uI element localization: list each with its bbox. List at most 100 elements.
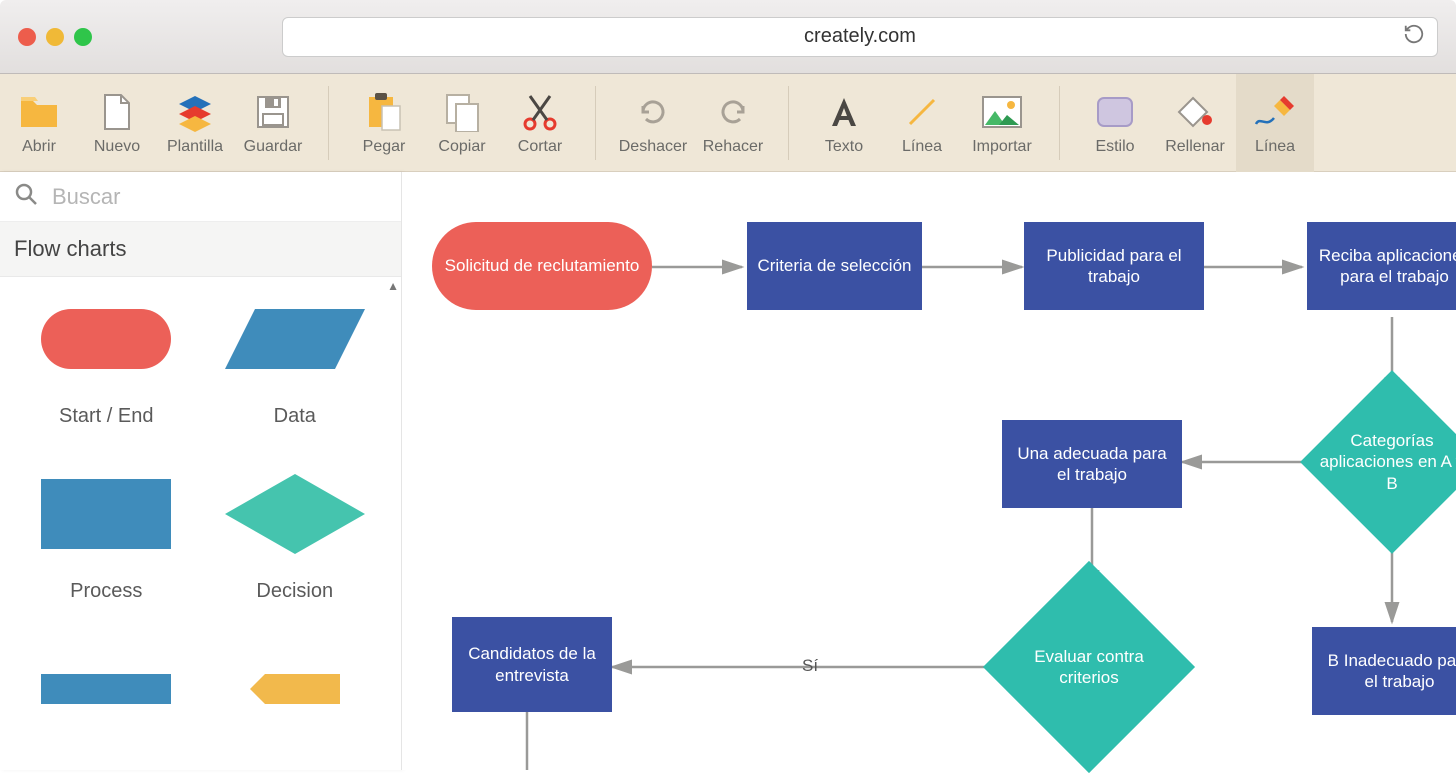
node-start[interactable]: Solicitud de reclutamiento [432, 222, 652, 310]
minimize-window-icon[interactable] [46, 28, 64, 46]
shape-label: Start / End [59, 405, 154, 428]
browser-titlebar: creately.com [0, 0, 1456, 74]
shape-palette: ▲ Start / End Data Process [0, 277, 401, 770]
node-label: Solicitud de reclutamiento [445, 255, 640, 276]
extra-shape-icon [41, 643, 171, 735]
extra-shape-icon [235, 643, 355, 735]
new-button[interactable]: Nuevo [78, 74, 156, 172]
node-label: B Inadecuado para el trabajo [1322, 650, 1456, 693]
shape-start-end[interactable]: Start / End [12, 293, 201, 428]
tool-label: Texto [825, 138, 863, 156]
open-button[interactable]: Abrir [0, 74, 78, 172]
shape-label: Process [70, 580, 142, 603]
clipboard-icon [366, 90, 402, 134]
node-label: Publicidad para el trabajo [1034, 245, 1194, 288]
redo-icon [715, 90, 751, 134]
node-label: Evaluar contra criterios [1014, 592, 1164, 742]
node-label: Reciba aplicaciones para el trabajo [1317, 245, 1456, 288]
search-input[interactable] [52, 184, 387, 210]
cut-button[interactable]: Cortar [501, 74, 579, 172]
text-button[interactable]: Texto [805, 74, 883, 172]
tool-label: Pegar [363, 138, 406, 156]
undo-button[interactable]: Deshacer [612, 74, 694, 172]
shape-extra-1[interactable] [12, 643, 201, 755]
start-end-shape-icon [41, 293, 171, 385]
style-box-icon [1095, 90, 1135, 134]
copy-icon [444, 90, 480, 134]
tool-label: Plantilla [167, 138, 223, 156]
shape-process[interactable]: Process [12, 468, 201, 603]
tool-label: Deshacer [619, 138, 687, 156]
template-button[interactable]: Plantilla [156, 74, 234, 172]
tool-label: Estilo [1095, 138, 1134, 156]
scroll-up-icon[interactable]: ▲ [387, 279, 399, 293]
shape-label: Data [274, 405, 316, 428]
maximize-window-icon[interactable] [74, 28, 92, 46]
shape-label: Decision [256, 580, 333, 603]
image-icon [981, 90, 1023, 134]
redo-button[interactable]: Rehacer [694, 74, 772, 172]
node-adecuada[interactable]: Una adecuada para el trabajo [1002, 420, 1182, 508]
node-categorias[interactable]: Categorías aplicaciones en A y B [1327, 397, 1456, 527]
shape-category-header[interactable]: Flow charts [0, 222, 401, 277]
search-icon[interactable] [14, 182, 38, 211]
tool-label: Copiar [438, 138, 485, 156]
fill-button[interactable]: Rellenar [1154, 74, 1236, 172]
diagram-canvas[interactable]: Solicitud de reclutamiento Criteria de s… [402, 172, 1456, 770]
node-evaluar[interactable]: Evaluar contra criterios [1014, 592, 1164, 742]
style-button[interactable]: Estilo [1076, 74, 1154, 172]
layers-icon [175, 90, 215, 134]
copy-button[interactable]: Copiar [423, 74, 501, 172]
text-icon [826, 90, 862, 134]
close-window-icon[interactable] [18, 28, 36, 46]
tool-label: Importar [972, 138, 1032, 156]
toolbar-separator [788, 86, 789, 160]
tool-label: Cortar [518, 138, 562, 156]
tool-label: Rehacer [703, 138, 763, 156]
shape-data[interactable]: Data [201, 293, 390, 428]
edge-label-si: Sí [802, 656, 818, 676]
tool-label: Nuevo [94, 138, 140, 156]
main-toolbar: Abrir Nuevo Plantilla Guardar Pegar Copi… [0, 74, 1456, 172]
reload-icon[interactable] [1403, 23, 1425, 50]
node-reciba[interactable]: Reciba aplicaciones para el trabajo [1307, 222, 1456, 310]
search-row [0, 172, 401, 222]
node-label: Categorías aplicaciones en A y B [1297, 397, 1456, 527]
tool-label: Abrir [22, 138, 56, 156]
node-label: Una adecuada para el trabajo [1012, 443, 1172, 486]
node-label: Criteria de selección [757, 255, 911, 276]
line-button[interactable]: Línea [883, 74, 961, 172]
tool-label: Línea [1255, 138, 1295, 156]
tool-label: Guardar [244, 138, 303, 156]
page-url: creately.com [804, 25, 916, 48]
pencil-line-icon [1252, 90, 1298, 134]
decision-shape-icon [220, 468, 370, 560]
line-icon [904, 90, 940, 134]
process-shape-icon [41, 468, 171, 560]
paste-button[interactable]: Pegar [345, 74, 423, 172]
node-publicidad[interactable]: Publicidad para el trabajo [1024, 222, 1204, 310]
toolbar-separator [1059, 86, 1060, 160]
node-criteria[interactable]: Criteria de selección [747, 222, 922, 310]
undo-icon [635, 90, 671, 134]
shape-decision[interactable]: Decision [201, 468, 390, 603]
window-controls [18, 28, 92, 46]
node-inadecuado[interactable]: B Inadecuado para el trabajo [1312, 627, 1456, 715]
save-button[interactable]: Guardar [234, 74, 312, 172]
line-style-button[interactable]: Línea [1236, 74, 1314, 172]
new-file-icon [102, 90, 132, 134]
shapes-sidebar: Flow charts ▲ Start / End Data Process [0, 172, 402, 770]
save-icon [255, 90, 291, 134]
toolbar-separator [328, 86, 329, 160]
toolbar-separator [595, 86, 596, 160]
workspace: Flow charts ▲ Start / End Data Process [0, 172, 1456, 770]
paint-bucket-icon [1175, 90, 1215, 134]
address-bar[interactable]: creately.com [282, 17, 1438, 57]
tool-label: Línea [902, 138, 942, 156]
import-button[interactable]: Importar [961, 74, 1043, 172]
node-candidatos[interactable]: Candidatos de la entrevista [452, 617, 612, 712]
data-shape-icon [225, 293, 365, 385]
scissors-icon [520, 90, 560, 134]
node-label: Candidatos de la entrevista [462, 643, 602, 686]
shape-extra-2[interactable] [201, 643, 390, 755]
